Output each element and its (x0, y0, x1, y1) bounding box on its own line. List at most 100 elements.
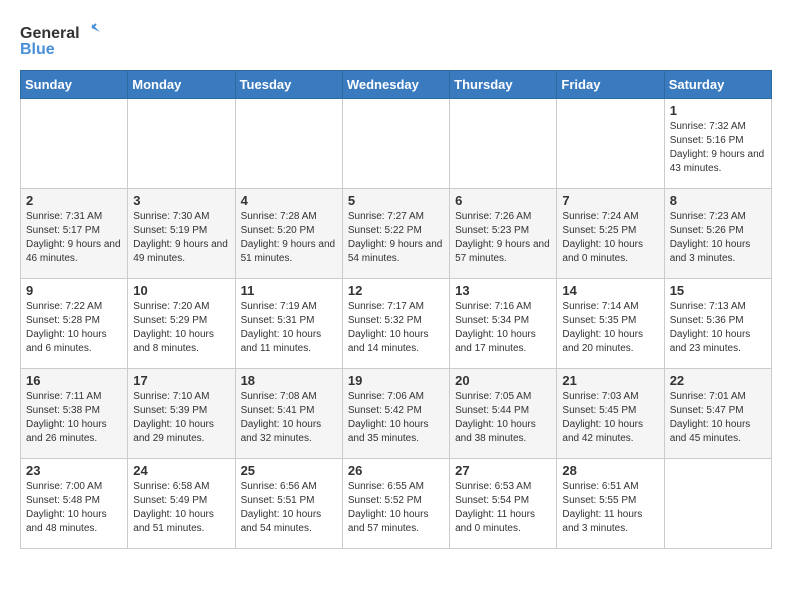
day-info: Sunrise: 7:27 AM Sunset: 5:22 PM Dayligh… (348, 210, 444, 266)
svg-text:General: General (20, 25, 80, 42)
weekday-header: Tuesday (235, 71, 342, 99)
day-number: 18 (241, 373, 337, 388)
calendar-day-cell: 1 Sunrise: 7:32 AM Sunset: 5:16 PM Daylig… (664, 99, 771, 189)
day-info: Sunrise: 7:17 AM Sunset: 5:32 PM Dayligh… (348, 300, 444, 356)
calendar-day-cell: 14 Sunrise: 7:14 AM Sunset: 5:35 PM Dayli… (557, 279, 664, 369)
day-number: 3 (133, 193, 229, 208)
day-number: 6 (455, 193, 551, 208)
calendar-day-cell: 28 Sunrise: 6:51 AM Sunset: 5:55 PM Dayli… (557, 459, 664, 549)
day-number: 16 (26, 373, 122, 388)
day-number: 2 (26, 193, 122, 208)
calendar-day-cell: 12 Sunrise: 7:17 AM Sunset: 5:32 PM Dayli… (342, 279, 449, 369)
day-number: 7 (562, 193, 658, 208)
calendar-day-cell: 25 Sunrise: 6:56 AM Sunset: 5:51 PM Dayli… (235, 459, 342, 549)
day-number: 24 (133, 463, 229, 478)
calendar-day-cell: 10Sunrise: 7:20 AM Sunset: 5:29 PM Dayli… (128, 279, 235, 369)
calendar-day-cell: 20 Sunrise: 7:05 AM Sunset: 5:44 PM Dayli… (450, 369, 557, 459)
calendar-day-cell: 23 Sunrise: 7:00 AM Sunset: 5:48 PM Dayli… (21, 459, 128, 549)
calendar-day-cell: 6 Sunrise: 7:26 AM Sunset: 5:23 PM Daylig… (450, 189, 557, 279)
calendar-week-row: 2 Sunrise: 7:31 AM Sunset: 5:17 PM Daylig… (21, 189, 772, 279)
day-info: Sunrise: 6:51 AM Sunset: 5:55 PM Dayligh… (562, 480, 658, 536)
calendar-day-cell: 2 Sunrise: 7:31 AM Sunset: 5:17 PM Daylig… (21, 189, 128, 279)
page-header: General Blue (20, 20, 772, 60)
weekday-header: Monday (128, 71, 235, 99)
calendar-day-cell: 9Sunrise: 7:22 AM Sunset: 5:28 PM Daylig… (21, 279, 128, 369)
calendar-day-cell (235, 99, 342, 189)
day-info: Sunrise: 6:53 AM Sunset: 5:54 PM Dayligh… (455, 480, 551, 536)
day-info: Sunrise: 7:11 AM Sunset: 5:38 PM Dayligh… (26, 390, 122, 446)
calendar-day-cell (21, 99, 128, 189)
day-number: 13 (455, 283, 551, 298)
day-number: 4 (241, 193, 337, 208)
calendar-header-row: SundayMondayTuesdayWednesdayThursdayFrid… (21, 71, 772, 99)
calendar-day-cell: 4Sunrise: 7:28 AM Sunset: 5:20 PM Daylig… (235, 189, 342, 279)
calendar-day-cell (342, 99, 449, 189)
day-info: Sunrise: 7:05 AM Sunset: 5:44 PM Dayligh… (455, 390, 551, 446)
day-number: 22 (670, 373, 766, 388)
weekday-header: Friday (557, 71, 664, 99)
day-info: Sunrise: 7:32 AM Sunset: 5:16 PM Dayligh… (670, 120, 766, 176)
calendar-week-row: 1 Sunrise: 7:32 AM Sunset: 5:16 PM Daylig… (21, 99, 772, 189)
calendar-week-row: 9Sunrise: 7:22 AM Sunset: 5:28 PM Daylig… (21, 279, 772, 369)
calendar-table: SundayMondayTuesdayWednesdayThursdayFrid… (20, 70, 772, 549)
weekday-header: Wednesday (342, 71, 449, 99)
day-info: Sunrise: 7:30 AM Sunset: 5:19 PM Dayligh… (133, 210, 229, 266)
day-info: Sunrise: 7:23 AM Sunset: 5:26 PM Dayligh… (670, 210, 766, 266)
day-info: Sunrise: 7:14 AM Sunset: 5:35 PM Dayligh… (562, 300, 658, 356)
day-info: Sunrise: 7:22 AM Sunset: 5:28 PM Dayligh… (26, 300, 122, 356)
day-number: 21 (562, 373, 658, 388)
day-number: 20 (455, 373, 551, 388)
calendar-day-cell: 26 Sunrise: 6:55 AM Sunset: 5:52 PM Dayli… (342, 459, 449, 549)
day-info: Sunrise: 7:10 AM Sunset: 5:39 PM Dayligh… (133, 390, 229, 446)
calendar-day-cell: 11 Sunrise: 7:19 AM Sunset: 5:31 PM Dayli… (235, 279, 342, 369)
day-number: 19 (348, 373, 444, 388)
day-info: Sunrise: 7:24 AM Sunset: 5:25 PM Dayligh… (562, 210, 658, 266)
calendar-day-cell: 16 Sunrise: 7:11 AM Sunset: 5:38 PM Dayli… (21, 369, 128, 459)
day-number: 14 (562, 283, 658, 298)
day-number: 25 (241, 463, 337, 478)
day-number: 27 (455, 463, 551, 478)
calendar-day-cell: 3 Sunrise: 7:30 AM Sunset: 5:19 PM Daylig… (128, 189, 235, 279)
day-info: Sunrise: 6:55 AM Sunset: 5:52 PM Dayligh… (348, 480, 444, 536)
weekday-header: Saturday (664, 71, 771, 99)
calendar-week-row: 16 Sunrise: 7:11 AM Sunset: 5:38 PM Dayli… (21, 369, 772, 459)
day-info: Sunrise: 7:06 AM Sunset: 5:42 PM Dayligh… (348, 390, 444, 446)
calendar-day-cell: 24 Sunrise: 6:58 AM Sunset: 5:49 PM Dayli… (128, 459, 235, 549)
day-number: 23 (26, 463, 122, 478)
day-info: Sunrise: 7:19 AM Sunset: 5:31 PM Dayligh… (241, 300, 337, 356)
day-number: 17 (133, 373, 229, 388)
day-info: Sunrise: 7:00 AM Sunset: 5:48 PM Dayligh… (26, 480, 122, 536)
calendar-day-cell (450, 99, 557, 189)
calendar-day-cell: 18 Sunrise: 7:08 AM Sunset: 5:41 PM Dayli… (235, 369, 342, 459)
calendar-day-cell (664, 459, 771, 549)
calendar-day-cell: 13Sunrise: 7:16 AM Sunset: 5:34 PM Dayli… (450, 279, 557, 369)
day-info: Sunrise: 6:58 AM Sunset: 5:49 PM Dayligh… (133, 480, 229, 536)
day-number: 12 (348, 283, 444, 298)
day-number: 11 (241, 283, 337, 298)
day-info: Sunrise: 6:56 AM Sunset: 5:51 PM Dayligh… (241, 480, 337, 536)
day-number: 8 (670, 193, 766, 208)
calendar-day-cell: 17 Sunrise: 7:10 AM Sunset: 5:39 PM Dayli… (128, 369, 235, 459)
day-info: Sunrise: 7:08 AM Sunset: 5:41 PM Dayligh… (241, 390, 337, 446)
calendar-day-cell: 15 Sunrise: 7:13 AM Sunset: 5:36 PM Dayli… (664, 279, 771, 369)
calendar-day-cell: 5Sunrise: 7:27 AM Sunset: 5:22 PM Daylig… (342, 189, 449, 279)
day-info: Sunrise: 7:13 AM Sunset: 5:36 PM Dayligh… (670, 300, 766, 356)
weekday-header: Sunday (21, 71, 128, 99)
calendar-day-cell: 22 Sunrise: 7:01 AM Sunset: 5:47 PM Dayli… (664, 369, 771, 459)
calendar-day-cell: 21Sunrise: 7:03 AM Sunset: 5:45 PM Dayli… (557, 369, 664, 459)
calendar-day-cell: 8 Sunrise: 7:23 AM Sunset: 5:26 PM Daylig… (664, 189, 771, 279)
day-number: 15 (670, 283, 766, 298)
day-info: Sunrise: 7:26 AM Sunset: 5:23 PM Dayligh… (455, 210, 551, 266)
day-info: Sunrise: 7:20 AM Sunset: 5:29 PM Dayligh… (133, 300, 229, 356)
calendar-day-cell: 27 Sunrise: 6:53 AM Sunset: 5:54 PM Dayli… (450, 459, 557, 549)
day-number: 1 (670, 103, 766, 118)
day-number: 28 (562, 463, 658, 478)
svg-text:Blue: Blue (20, 41, 55, 58)
weekday-header: Thursday (450, 71, 557, 99)
day-info: Sunrise: 7:01 AM Sunset: 5:47 PM Dayligh… (670, 390, 766, 446)
calendar-day-cell: 19 Sunrise: 7:06 AM Sunset: 5:42 PM Dayli… (342, 369, 449, 459)
calendar-day-cell: 7 Sunrise: 7:24 AM Sunset: 5:25 PM Daylig… (557, 189, 664, 279)
calendar-day-cell (128, 99, 235, 189)
day-number: 26 (348, 463, 444, 478)
day-info: Sunrise: 7:31 AM Sunset: 5:17 PM Dayligh… (26, 210, 122, 266)
